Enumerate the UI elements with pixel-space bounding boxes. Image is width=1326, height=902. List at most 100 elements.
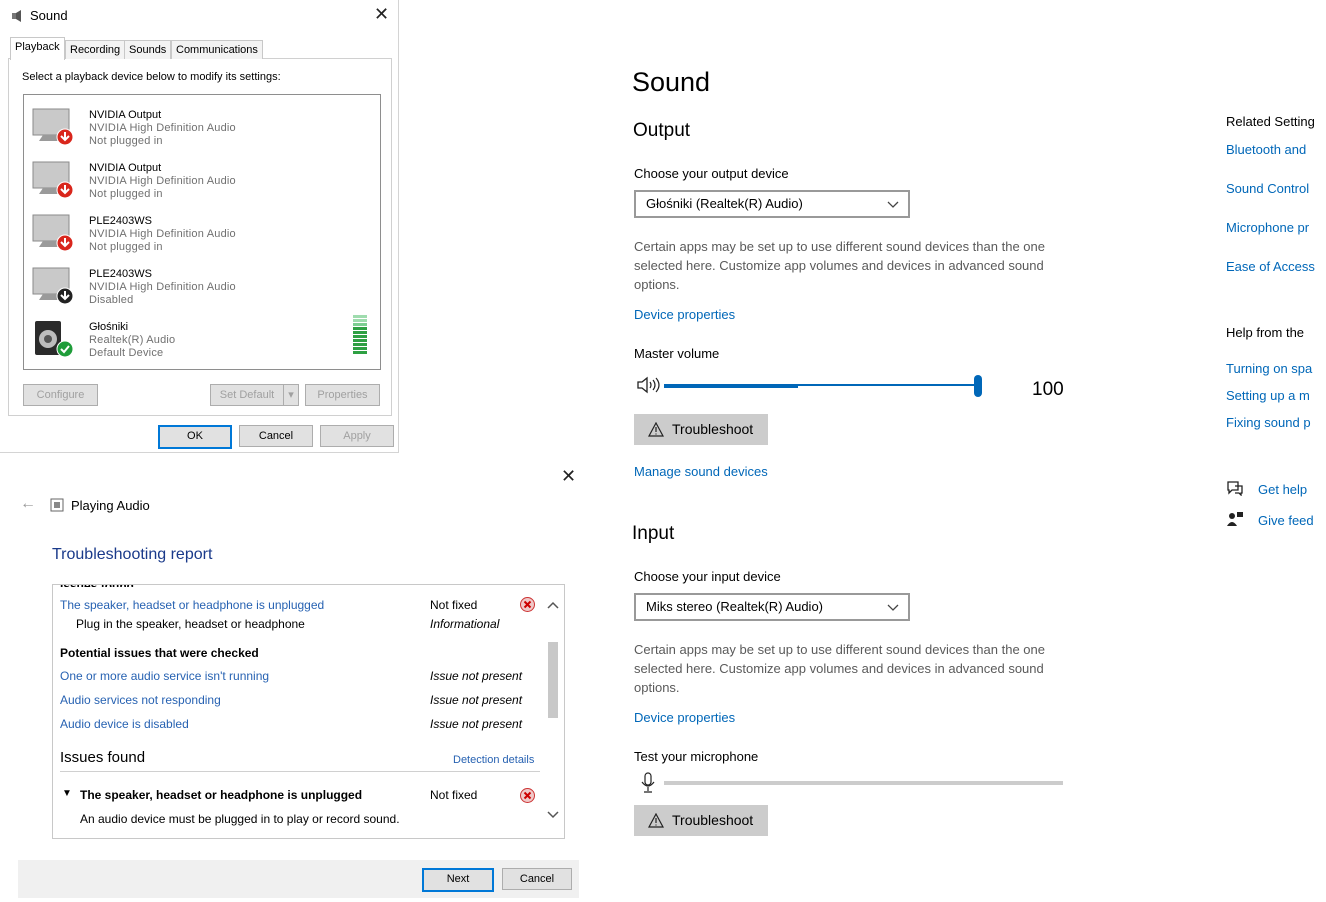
feedback-icon: [1227, 512, 1243, 526]
master-volume-slider[interactable]: [664, 375, 982, 397]
playback-device-list[interactable]: NVIDIA Output NVIDIA High Definition Aud…: [23, 94, 381, 370]
device-name: PLE2403WS: [89, 268, 152, 280]
give-feedback-link[interactable]: Give feed: [1258, 512, 1326, 530]
device-item[interactable]: PLE2403WS NVIDIA High Definition Audio D…: [24, 258, 380, 311]
output-device-value: Głośniki (Realtek(R) Audio): [646, 196, 803, 211]
microphone-level-bar: [664, 781, 1063, 785]
related-link[interactable]: Bluetooth and: [1226, 141, 1326, 159]
speaker-volume-icon[interactable]: [636, 376, 660, 394]
error-icon: [520, 788, 535, 803]
help-section: Help from the: [1226, 325, 1326, 340]
tab-playback[interactable]: Playback: [10, 37, 65, 60]
device-item[interactable]: NVIDIA Output NVIDIA High Definition Aud…: [24, 99, 380, 152]
device-item-default[interactable]: Głośniki Realtek(R) Audio Default Device: [24, 311, 380, 364]
get-help-icon: [1227, 481, 1243, 496]
troubleshooter-app-icon: [50, 498, 64, 512]
device-name: NVIDIA Output: [89, 162, 162, 174]
troubleshoot-label: Troubleshoot: [672, 812, 754, 828]
chevron-down-icon: ▾: [288, 389, 294, 401]
clipped-section-heading: Issues found: [60, 585, 134, 587]
cancel-button[interactable]: Cancel: [502, 868, 572, 890]
dialog-title: Sound: [30, 8, 68, 23]
potential-issue-status: Issue not present: [430, 669, 523, 683]
device-item[interactable]: NVIDIA Output NVIDIA High Definition Aud…: [24, 152, 380, 205]
input-device-properties-link[interactable]: Device properties: [634, 710, 735, 725]
device-item[interactable]: PLE2403WS NVIDIA High Definition Audio N…: [24, 205, 380, 258]
set-default-button[interactable]: Set Default: [210, 384, 284, 406]
collapse-triangle-icon[interactable]: ▼: [62, 788, 72, 799]
potential-issue-link[interactable]: Audio device is disabled: [60, 717, 189, 731]
input-device-select[interactable]: Miks stereo (Realtek(R) Audio): [634, 593, 910, 621]
next-button[interactable]: Next: [422, 868, 494, 892]
monitor-icon: [32, 267, 73, 304]
issue-status: Not fixed: [430, 598, 478, 612]
potential-issue-status: Issue not present: [430, 693, 523, 707]
device-driver: NVIDIA High Definition Audio: [89, 122, 236, 134]
troubleshooter-title: Playing Audio: [71, 498, 150, 513]
monitor-icon: [32, 214, 73, 251]
detection-details-link[interactable]: Detection details: [453, 754, 534, 766]
report-scrollbar[interactable]: [544, 588, 562, 832]
volume-fill: [664, 384, 798, 388]
warning-icon: [648, 813, 664, 828]
device-status: Default Device: [89, 347, 164, 359]
tab-sounds[interactable]: Sounds: [124, 40, 172, 59]
related-link[interactable]: Sound Control: [1226, 180, 1326, 198]
device-status: Not plugged in: [89, 188, 163, 200]
input-description: Certain apps may be set up to use differ…: [634, 642, 1045, 695]
back-arrow-icon[interactable]: ←: [20, 495, 36, 513]
error-icon: [520, 597, 535, 612]
issue-detail-status: Informational: [430, 617, 500, 631]
get-help-link[interactable]: Get help: [1258, 481, 1326, 499]
speaker-icon: [35, 321, 73, 357]
output-device-select[interactable]: Głośniki (Realtek(R) Audio): [634, 190, 910, 218]
close-icon[interactable]: ✕: [561, 466, 576, 487]
volume-level-meter: [353, 315, 367, 355]
tab-communications[interactable]: Communications: [171, 40, 263, 59]
found-issue-title[interactable]: The speaker, headset or headphone is unp…: [80, 788, 362, 802]
issue-link[interactable]: The speaker, headset or headphone is unp…: [60, 598, 324, 612]
potential-issue-link[interactable]: Audio services not responding: [60, 693, 221, 707]
device-status: Not plugged in: [89, 135, 163, 147]
help-heading: Help from the: [1226, 325, 1305, 340]
input-heading: Input: [632, 523, 675, 544]
output-heading: Output: [633, 120, 691, 141]
device-name: NVIDIA Output: [89, 109, 162, 121]
tab-recording[interactable]: Recording: [65, 40, 126, 59]
report-heading: Troubleshooting report: [52, 546, 213, 563]
related-link[interactable]: Ease of Access: [1226, 258, 1326, 276]
issues-found-heading: Issues found: [60, 749, 146, 766]
cancel-button[interactable]: Cancel: [239, 425, 313, 447]
input-troubleshoot-button[interactable]: Troubleshoot: [634, 805, 768, 836]
close-icon[interactable]: ✕: [374, 4, 389, 25]
volume-thumb[interactable]: [974, 375, 982, 397]
troubleshooter-footer: [18, 860, 579, 898]
chevron-down-icon: [887, 604, 899, 611]
set-default-dropdown[interactable]: ▾: [283, 384, 299, 406]
microphone-icon: [641, 772, 655, 793]
help-link[interactable]: Setting up a m: [1226, 387, 1326, 405]
output-device-properties-link[interactable]: Device properties: [634, 307, 735, 322]
related-link[interactable]: Microphone pr: [1226, 219, 1326, 237]
potential-issue-link[interactable]: One or more audio service isn't running: [60, 669, 269, 683]
ok-button[interactable]: OK: [158, 425, 232, 449]
monitor-icon: [32, 108, 73, 145]
help-link[interactable]: Fixing sound p: [1226, 414, 1326, 432]
device-driver: Realtek(R) Audio: [89, 334, 176, 346]
properties-button[interactable]: Properties: [305, 384, 380, 406]
help-link[interactable]: Turning on spa: [1226, 360, 1326, 378]
related-settings: Related Setting: [1226, 114, 1326, 129]
manage-sound-devices-link[interactable]: Manage sound devices: [634, 464, 768, 479]
page-title: Sound: [632, 67, 711, 97]
input-device-value: Miks stereo (Realtek(R) Audio): [646, 599, 823, 614]
monitor-icon: [32, 161, 73, 198]
device-driver: NVIDIA High Definition Audio: [89, 175, 236, 187]
issue-detail: Plug in the speaker, headset or headphon…: [76, 617, 305, 631]
device-status: Not plugged in: [89, 241, 163, 253]
potential-issues-heading: Potential issues that were checked: [60, 646, 259, 660]
configure-button[interactable]: Configure: [23, 384, 98, 406]
warning-icon: [648, 422, 664, 437]
output-troubleshoot-button[interactable]: Troubleshoot: [634, 414, 768, 445]
sound-dialog: Sound ✕ Playback Recording Sounds Commun…: [0, 0, 399, 453]
apply-button[interactable]: Apply: [320, 425, 394, 447]
